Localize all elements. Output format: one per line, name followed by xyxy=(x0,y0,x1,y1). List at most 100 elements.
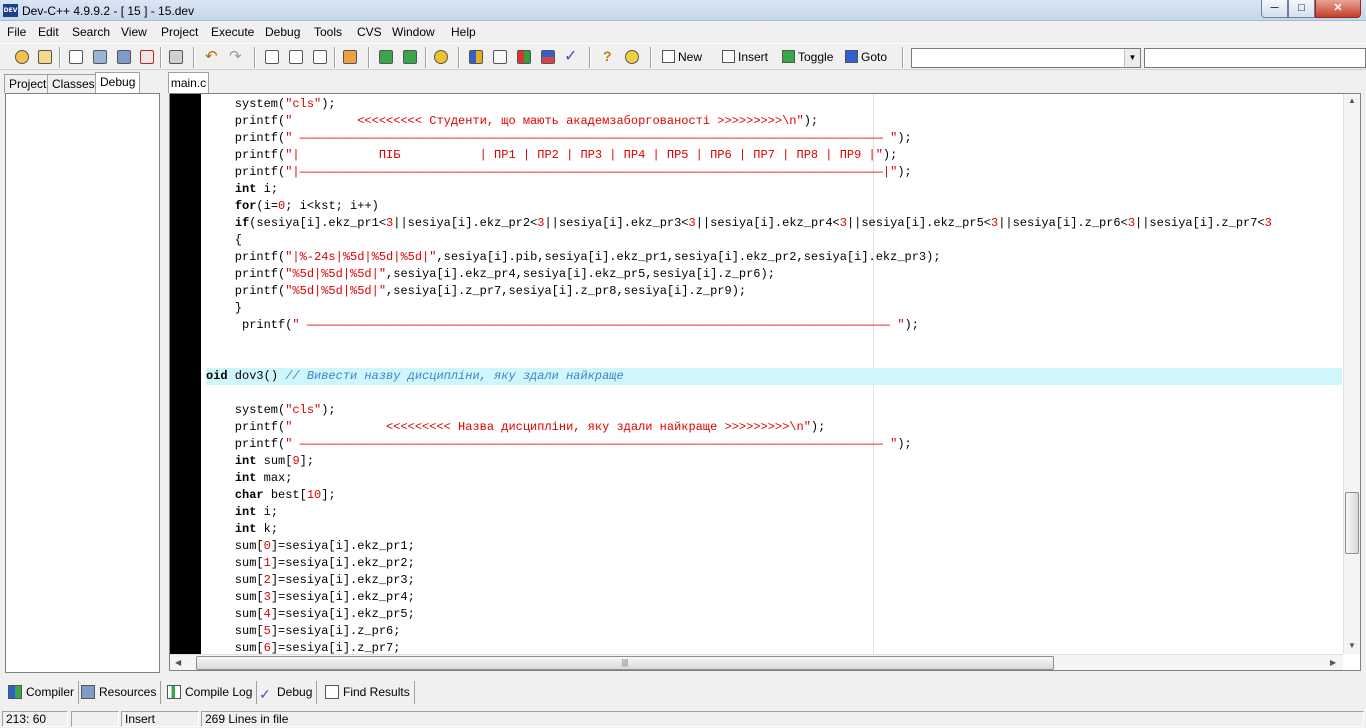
code-line[interactable]: int i; xyxy=(206,181,278,198)
code-line[interactable]: char best[10]; xyxy=(206,487,336,504)
vertical-scrollbar[interactable]: ▲ ▼ xyxy=(1343,94,1360,654)
code-line[interactable]: sum[0]=sesiya[i].ekz_pr1; xyxy=(206,538,415,555)
close-file-icon[interactable] xyxy=(137,48,157,66)
compiler-icon xyxy=(8,685,22,699)
run-icon[interactable] xyxy=(514,48,534,66)
tab-compile-log[interactable]: Compile Log xyxy=(163,681,258,704)
code-line[interactable]: int max; xyxy=(206,470,293,487)
code-line[interactable]: } xyxy=(206,300,242,317)
about-icon[interactable] xyxy=(622,48,642,66)
menu-search[interactable]: Search xyxy=(72,25,110,39)
code-line[interactable]: printf(" ———————————————————————————————… xyxy=(206,317,919,334)
code-line[interactable]: int i; xyxy=(206,504,278,521)
line-count: 269 Lines in file xyxy=(201,711,1364,727)
rebuild-icon[interactable] xyxy=(538,48,558,66)
code-line[interactable]: printf(" <<<<<<<<< Назва дисципліни, яку… xyxy=(206,419,826,436)
open-file-icon[interactable] xyxy=(35,48,55,66)
code-line[interactable]: printf("%5d|%5d|%5d|",sesiya[i].z_pr7,se… xyxy=(206,283,746,300)
chevron-down-icon[interactable]: ▼ xyxy=(1124,49,1140,67)
code-line[interactable]: printf("|———————————————————————————————… xyxy=(206,164,912,181)
code-line[interactable]: sum[2]=sesiya[i].ekz_pr3; xyxy=(206,572,415,589)
goto-line-icon[interactable] xyxy=(340,48,360,66)
code-line[interactable]: printf("| ПІБ | ПР1 | ПР2 | ПР3 | ПР4 | … xyxy=(206,147,898,164)
tab-debug-output[interactable]: ✓ Debug xyxy=(255,681,318,704)
title-bar: DEV Dev-C++ 4.9.9.2 - [ 15 ] - 15.dev ─ … xyxy=(0,0,1366,21)
code-line[interactable]: oid dov3() // Вивести назву дисципліни, … xyxy=(206,368,1342,385)
find-next-icon[interactable] xyxy=(286,48,306,66)
print-icon[interactable] xyxy=(166,48,186,66)
menu-view[interactable]: View xyxy=(121,25,147,39)
compile-icon[interactable] xyxy=(466,48,486,66)
scroll-left-icon[interactable]: ◀ xyxy=(175,658,181,667)
code-line[interactable]: { xyxy=(206,232,242,249)
editor-gutter[interactable] xyxy=(170,94,201,654)
code-line[interactable]: sum[5]=sesiya[i].z_pr6; xyxy=(206,623,401,640)
goto-bookmark-button[interactable]: Goto xyxy=(845,48,887,67)
code-line[interactable]: if(sesiya[i].ekz_pr1<3||sesiya[i].ekz_pr… xyxy=(206,215,1272,232)
editor-tab-bar: main.c xyxy=(165,71,1366,93)
open-project-icon[interactable] xyxy=(12,48,32,66)
code-area[interactable]: system("cls"); printf(" <<<<<<<<< Студен… xyxy=(206,94,1342,654)
menu-edit[interactable]: Edit xyxy=(38,25,59,39)
find-icon[interactable] xyxy=(262,48,282,66)
remove-source-icon[interactable] xyxy=(400,48,420,66)
menu-file[interactable]: File xyxy=(7,25,26,39)
undo-icon[interactable]: ↶ xyxy=(202,48,222,66)
member-combo[interactable] xyxy=(1144,48,1366,68)
code-line[interactable]: sum[6]=sesiya[i].z_pr7; xyxy=(206,640,401,654)
code-line[interactable]: system("cls"); xyxy=(206,402,336,419)
tab-main-c[interactable]: main.c xyxy=(168,72,209,93)
save-all-icon[interactable] xyxy=(114,48,134,66)
tab-compiler[interactable]: Compiler xyxy=(4,681,80,704)
menu-debug[interactable]: Debug xyxy=(265,25,300,39)
compile-run-icon[interactable] xyxy=(490,48,510,66)
menu-cvs[interactable]: CVS xyxy=(357,25,382,39)
minimize-button[interactable]: ─ xyxy=(1261,0,1288,18)
save-icon[interactable] xyxy=(90,48,110,66)
scroll-down-icon[interactable]: ▼ xyxy=(1348,641,1356,650)
code-line[interactable]: sum[1]=sesiya[i].ekz_pr2; xyxy=(206,555,415,572)
tab-classes[interactable]: Classes xyxy=(47,74,100,93)
toggle-bookmark-button[interactable]: Toggle xyxy=(782,48,833,67)
insert-button[interactable]: Insert xyxy=(722,48,768,67)
code-line[interactable]: printf(" ———————————————————————————————… xyxy=(206,436,912,453)
code-line[interactable]: sum[4]=sesiya[i].ekz_pr5; xyxy=(206,606,415,623)
horizontal-scroll-thumb[interactable]: ||| xyxy=(196,656,1054,670)
tab-find-results[interactable]: Find Results xyxy=(321,681,415,704)
edit-mode: Insert xyxy=(121,711,199,727)
tab-resources[interactable]: Resources xyxy=(77,681,162,704)
class-combo[interactable]: ▼ xyxy=(911,48,1141,68)
close-button[interactable]: ✕ xyxy=(1315,0,1361,18)
help-icon[interactable]: ? xyxy=(598,48,618,66)
code-line[interactable]: printf(" ———————————————————————————————… xyxy=(206,130,912,147)
code-line[interactable]: int k; xyxy=(206,521,278,538)
code-line[interactable]: for(i=0; i<kst; i++) xyxy=(206,198,379,215)
menu-tools[interactable]: Tools xyxy=(314,25,342,39)
insert-source-icon[interactable] xyxy=(376,48,396,66)
vertical-scroll-thumb[interactable] xyxy=(1345,492,1359,554)
horizontal-scrollbar[interactable]: ◀ ||| ▶ xyxy=(170,654,1343,670)
menu-project[interactable]: Project xyxy=(161,25,198,39)
new-bookmark-button[interactable]: New xyxy=(662,48,702,67)
menu-execute[interactable]: Execute xyxy=(211,25,254,39)
menu-help[interactable]: Help xyxy=(451,25,476,39)
class-browser-icon[interactable] xyxy=(431,48,451,66)
replace-icon[interactable] xyxy=(310,48,330,66)
code-line[interactable]: int sum[9]; xyxy=(206,453,314,470)
tab-debug[interactable]: Debug xyxy=(95,72,141,93)
code-line[interactable]: system("cls"); xyxy=(206,96,336,113)
new-file-icon[interactable] xyxy=(66,48,86,66)
debug-check-icon[interactable]: ✓ xyxy=(561,48,581,66)
redo-icon[interactable]: ↷ xyxy=(226,48,246,66)
menu-window[interactable]: Window xyxy=(392,25,435,39)
scroll-up-icon[interactable]: ▲ xyxy=(1348,96,1356,105)
code-line[interactable]: printf(" <<<<<<<<< Студенти, що мають ак… xyxy=(206,113,818,130)
ide-window: DEV Dev-C++ 4.9.9.2 - [ 15 ] - 15.dev ─ … xyxy=(0,0,1366,728)
tab-project[interactable]: Project xyxy=(4,74,52,93)
code-editor[interactable]: system("cls"); printf(" <<<<<<<<< Студен… xyxy=(169,93,1361,671)
scroll-right-icon[interactable]: ▶ xyxy=(1330,658,1336,667)
code-line[interactable]: printf("%5d|%5d|%5d|",sesiya[i].ekz_pr4,… xyxy=(206,266,775,283)
maximize-button[interactable]: □ xyxy=(1288,0,1315,18)
code-line[interactable]: sum[3]=sesiya[i].ekz_pr4; xyxy=(206,589,415,606)
code-line[interactable]: printf("|%-24s|%5d|%5d|%5d|",sesiya[i].p… xyxy=(206,249,941,266)
